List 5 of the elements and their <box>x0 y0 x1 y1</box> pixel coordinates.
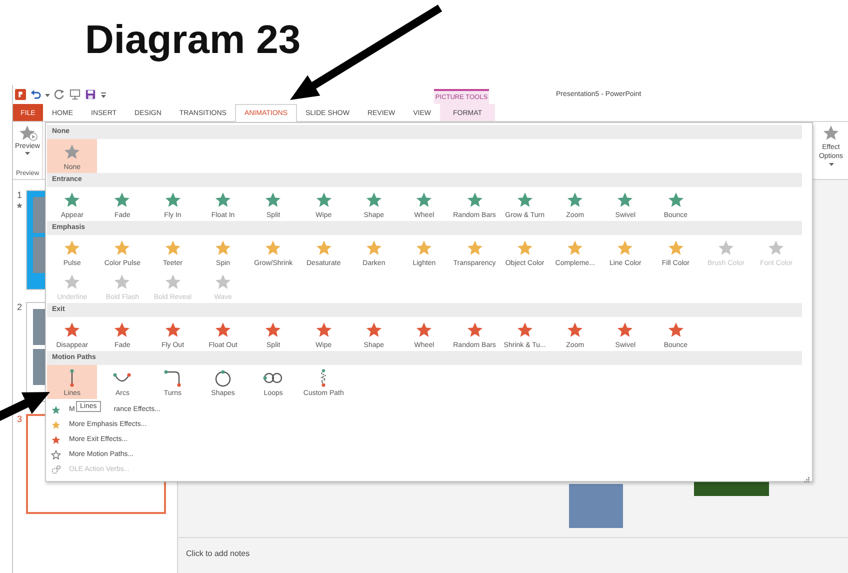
diagram-heading: Diagram 23 <box>84 17 301 64</box>
slide-number: 3 <box>16 414 22 424</box>
slide-number: 1 <box>16 190 22 200</box>
notes-placeholder: Click to add notes <box>186 549 250 558</box>
slide-number: 2 <box>16 302 22 312</box>
